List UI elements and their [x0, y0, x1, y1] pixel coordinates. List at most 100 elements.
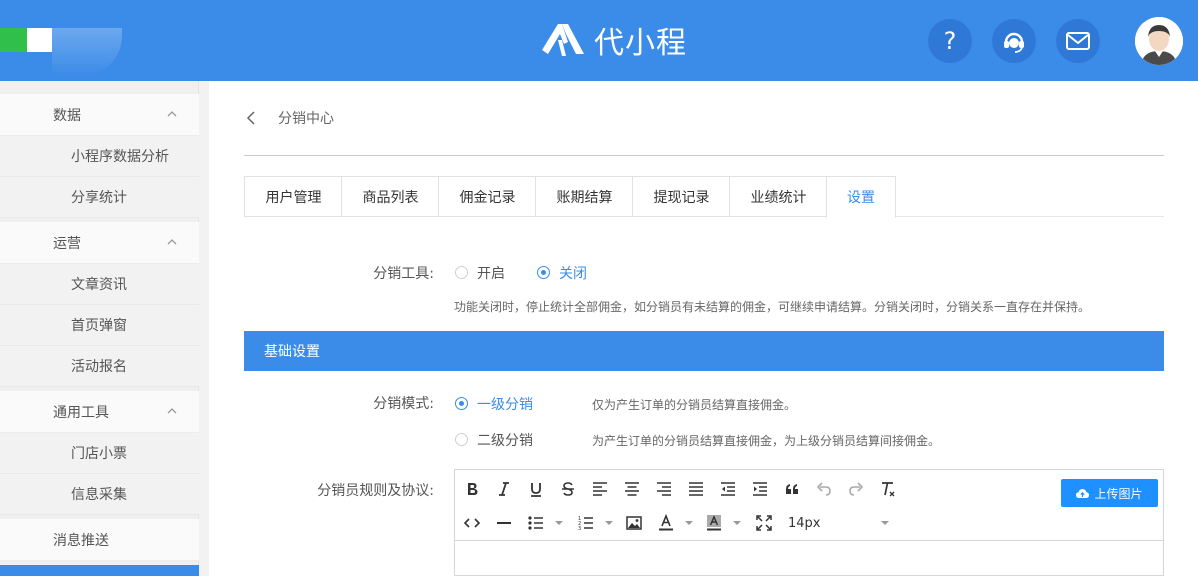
font-size-value: 14px	[788, 515, 821, 531]
sidebar-item-articles[interactable]: 文章资讯	[0, 264, 199, 305]
chevron-left-icon[interactable]	[244, 110, 258, 126]
caret-down-icon[interactable]	[685, 512, 693, 534]
outdent-icon[interactable]	[717, 478, 739, 500]
image-icon[interactable]	[623, 512, 645, 534]
caret-down-icon[interactable]	[733, 512, 741, 534]
sidebar-item-label: 文章资讯	[71, 277, 127, 293]
brand-logo[interactable]: 代小程	[540, 18, 687, 62]
align-justify-icon[interactable]	[685, 478, 707, 500]
sidebar-item-label: 消息推送	[53, 532, 109, 549]
clear-format-icon[interactable]	[877, 478, 899, 500]
svg-text:3: 3	[578, 526, 581, 532]
sidebar-item-info-collect[interactable]: 信息采集	[0, 474, 199, 515]
cloud-upload-icon	[1076, 488, 1090, 498]
align-left-icon[interactable]	[589, 478, 611, 500]
tab-product-list[interactable]: 商品列表	[341, 176, 439, 217]
user-avatar-icon	[1135, 17, 1183, 65]
help-icon: ?	[944, 27, 957, 55]
redo-icon[interactable]	[845, 478, 867, 500]
align-right-icon[interactable]	[653, 478, 675, 500]
mode-level2-radio[interactable]	[455, 433, 468, 446]
font-size-select[interactable]: 14px	[788, 512, 898, 534]
sidebar-item-label: 小程序数据分析	[71, 149, 169, 165]
mode-level2-desc: 为产生订单的分销员结算直接佣金，为上级分销员结算间接佣金。	[592, 434, 941, 448]
rich-text-editor[interactable]: 123 14px 上传图片	[454, 469, 1164, 576]
underline-icon[interactable]	[525, 478, 547, 500]
customer-service-icon	[1004, 32, 1024, 53]
bullet-list-icon[interactable]	[525, 512, 547, 534]
sidebar-item-label: 分享统计	[71, 190, 127, 206]
tab-performance-stats[interactable]: 业绩统计	[729, 176, 827, 217]
sidebar-item-active[interactable]	[0, 565, 199, 576]
chevron-up-icon	[167, 239, 177, 245]
sidebar-item-miniapp-analytics[interactable]: 小程序数据分析	[0, 136, 199, 177]
brand-arrow-icon	[542, 24, 584, 56]
user-avatar[interactable]	[1135, 17, 1183, 65]
sidebar-group-label: 运营	[53, 235, 81, 252]
sidebar-group-label: 数据	[53, 107, 81, 124]
sidebar-group-label: 通用工具	[53, 404, 109, 421]
mail-button[interactable]	[1056, 19, 1100, 63]
section-basic-settings: 基础设置	[244, 331, 1164, 371]
quote-icon[interactable]	[781, 478, 803, 500]
bold-icon[interactable]	[461, 478, 483, 500]
sidebar-group-data[interactable]: 数据	[0, 94, 199, 136]
logo-block-white	[27, 28, 52, 52]
mode-level1-desc: 仅为产生订单的分销员结算直接佣金。	[592, 398, 797, 412]
breadcrumb[interactable]: 分销中心	[244, 106, 334, 130]
svg-text:?: ?	[944, 27, 957, 55]
help-button[interactable]: ?	[928, 19, 972, 63]
indent-icon[interactable]	[749, 478, 771, 500]
undo-icon[interactable]	[813, 478, 835, 500]
sidebar-item-label: 首页弹窗	[71, 318, 127, 334]
sidebar-item-label: 信息采集	[71, 487, 127, 503]
numbered-list-icon[interactable]: 123	[575, 512, 597, 534]
code-icon[interactable]	[461, 512, 483, 534]
tab-commission-records[interactable]: 佣金记录	[438, 176, 536, 217]
sidebar-item-store-receipt[interactable]: 门店小票	[0, 433, 199, 474]
tool-on-label[interactable]: 开启	[477, 263, 505, 283]
tool-off-radio[interactable]	[537, 266, 550, 279]
sidebar-item-message-push[interactable]: 消息推送	[0, 519, 199, 561]
top-header: 代小程 ?	[0, 0, 1198, 81]
sidebar-group-operations[interactable]: 运营	[0, 222, 199, 264]
page-title: 分销中心	[278, 111, 334, 127]
tool-label: 分销工具:	[373, 266, 434, 282]
caret-down-icon[interactable]	[555, 512, 563, 534]
caret-down-icon	[881, 521, 889, 525]
sidebar-item-share-stats[interactable]: 分享统计	[0, 177, 199, 218]
tool-on-radio[interactable]	[455, 266, 468, 279]
mode-level2-label[interactable]: 二级分销	[477, 430, 533, 450]
italic-icon[interactable]	[493, 478, 515, 500]
mode-level1-radio[interactable]	[455, 397, 468, 410]
mode-label: 分销模式:	[373, 396, 434, 412]
sidebar-item-label: 门店小票	[71, 446, 127, 462]
customer-service-button[interactable]	[992, 19, 1036, 63]
horizontal-rule-icon[interactable]	[493, 512, 515, 534]
align-center-icon[interactable]	[621, 478, 643, 500]
tab-settlement[interactable]: 账期结算	[535, 176, 633, 217]
tool-off-label[interactable]: 关闭	[559, 263, 587, 283]
upload-image-label: 上传图片	[1094, 486, 1143, 501]
sidebar-group-tools[interactable]: 通用工具	[0, 391, 199, 433]
tab-settings[interactable]: 设置	[826, 176, 896, 218]
tab-user-management[interactable]: 用户管理	[244, 176, 342, 217]
fullscreen-icon[interactable]	[753, 512, 775, 534]
editor-toolbar: 123 14px 上传图片	[455, 470, 1163, 541]
chevron-up-icon	[167, 111, 177, 117]
mode-level1-label[interactable]: 一级分销	[477, 394, 533, 414]
brand-name: 代小程	[594, 26, 687, 61]
tab-bar: 用户管理 商品列表 佣金记录 账期结算 提现记录 业绩统计 设置	[244, 176, 1164, 218]
sidebar-item-event-signup[interactable]: 活动报名	[0, 346, 199, 387]
font-color-icon[interactable]	[655, 512, 677, 534]
strikethrough-icon[interactable]	[557, 478, 579, 500]
caret-down-icon[interactable]	[605, 512, 613, 534]
upload-image-button[interactable]: 上传图片	[1061, 479, 1158, 507]
sidebar-item-home-popup[interactable]: 首页弹窗	[0, 305, 199, 346]
chevron-up-icon	[167, 408, 177, 414]
sidebar-item-label: 活动报名	[71, 359, 127, 375]
logo-block-green	[0, 28, 27, 52]
tool-hint: 功能关闭时，停止统计全部佣金，如分销员有未结算的佣金，可继续申请结算。分销关闭时…	[454, 300, 1091, 314]
tab-withdrawal-records[interactable]: 提现记录	[632, 176, 730, 217]
background-color-icon[interactable]	[703, 512, 725, 534]
